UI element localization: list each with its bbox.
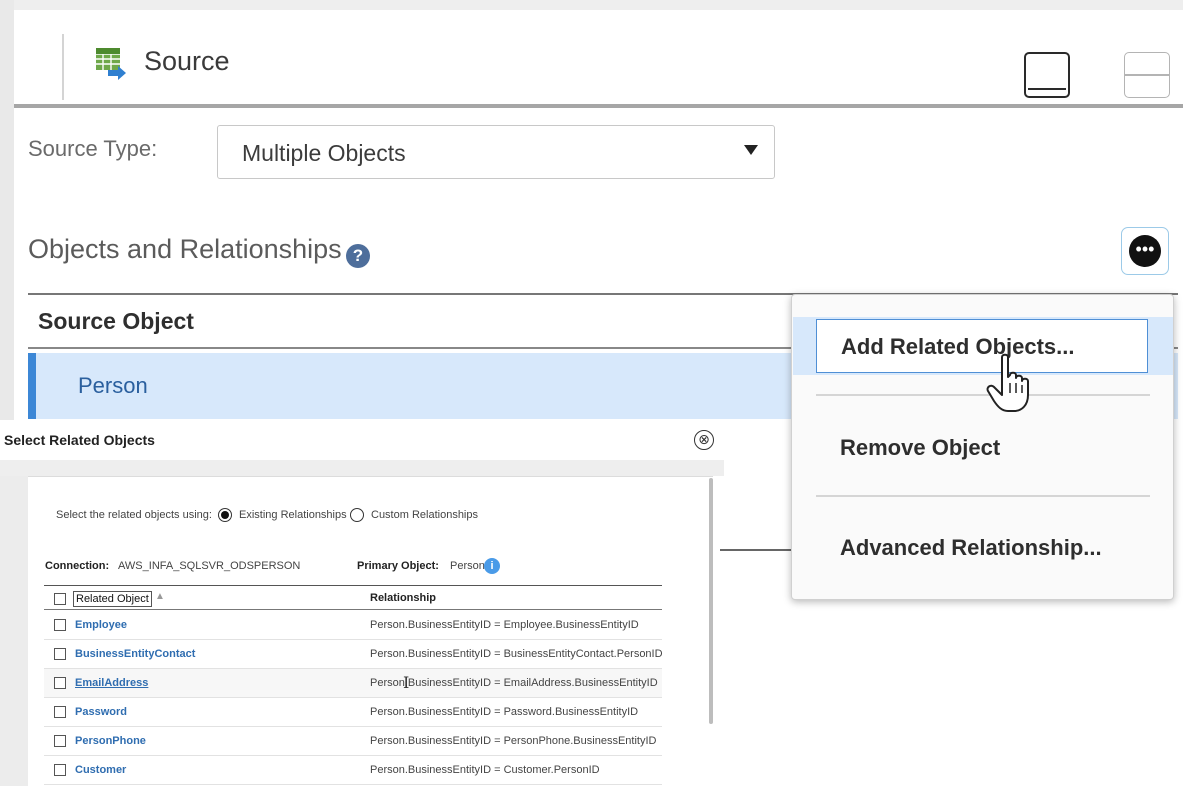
existing-relationships-radio[interactable] <box>218 508 232 522</box>
source-object-column-header: Source Object <box>38 308 194 334</box>
header-divider-line <box>14 104 1183 108</box>
menu-item-remove-object[interactable]: Remove Object <box>840 435 1000 461</box>
table-row[interactable]: Customer Person.BusinessEntityID = Custo… <box>44 756 662 785</box>
relationship-text: Person.BusinessEntityID = BusinessEntity… <box>370 648 663 660</box>
custom-relationships-label: Custom Relationships <box>371 509 478 521</box>
connection-value: AWS_INFA_SQLSVR_ODSPERSON <box>118 560 301 572</box>
table-row[interactable]: EmailAddress Person.BusinessEntityID = E… <box>44 669 662 698</box>
dialog-scrollbar[interactable] <box>709 478 713 724</box>
table-row[interactable]: Password Person.BusinessEntityID = Passw… <box>44 698 662 727</box>
object-context-menu: Add Related Objects... Remove Object Adv… <box>791 294 1174 600</box>
help-icon[interactable]: ? <box>346 244 370 268</box>
caret-down-icon <box>744 145 758 155</box>
source-object-name: Person <box>78 373 148 398</box>
dialog-left-gutter <box>0 476 28 786</box>
related-object-column-header[interactable]: Related Object <box>73 591 152 607</box>
ellipsis-icon: ••• <box>1129 235 1161 267</box>
row-checkbox[interactable] <box>54 735 66 747</box>
row-checkbox[interactable] <box>54 706 66 718</box>
objects-relationships-title: Objects and Relationships <box>28 234 342 264</box>
source-table-icon <box>96 48 126 80</box>
row-checkbox[interactable] <box>54 677 66 689</box>
table-row[interactable]: PersonPhone Person.BusinessEntityID = Pe… <box>44 727 662 756</box>
related-object-name[interactable]: Customer <box>75 764 126 776</box>
menu-item-label: Add Related Objects... <box>841 334 1075 359</box>
dialog-header-gap <box>0 460 724 476</box>
source-type-select[interactable]: Multiple Objects <box>217 125 775 179</box>
menu-separator <box>816 495 1150 497</box>
single-panel-view-icon <box>1028 88 1066 90</box>
split-panel-view-icon <box>1125 74 1169 76</box>
row-checkbox[interactable] <box>54 764 66 776</box>
related-object-name[interactable]: BusinessEntityContact <box>75 648 195 660</box>
dialog-title: Select Related Objects <box>4 432 155 448</box>
relationship-text: Person.BusinessEntityID = Employee.Busin… <box>370 619 639 631</box>
more-actions-button[interactable]: ••• <box>1121 227 1169 275</box>
header-divider <box>62 34 64 100</box>
info-icon[interactable]: i <box>484 558 500 574</box>
relationship-text: Person.BusinessEntityID = Customer.Perso… <box>370 764 600 776</box>
menu-item-add-related-objects[interactable]: Add Related Objects... <box>816 319 1148 373</box>
related-object-name[interactable]: EmailAddress <box>75 677 148 689</box>
selected-row-accent <box>28 353 36 419</box>
related-object-name[interactable]: Employee <box>75 619 127 631</box>
split-panel-view-button[interactable] <box>1124 52 1170 98</box>
panel-title: Source <box>144 46 230 76</box>
panel-header: Source <box>14 10 1183 106</box>
select-using-label: Select the related objects using: <box>56 509 212 521</box>
primary-object-label: Primary Object: <box>357 560 439 572</box>
sort-ascending-icon[interactable]: ▲ <box>155 591 165 602</box>
source-type-value: Multiple Objects <box>242 140 406 166</box>
table-row[interactable]: BusinessEntityContact Person.BusinessEnt… <box>44 640 663 669</box>
text-cursor-icon: I <box>403 673 410 692</box>
menu-item-advanced-relationship[interactable]: Advanced Relationship... <box>840 535 1102 561</box>
primary-object-value: Person <box>450 560 485 572</box>
table-row[interactable]: Employee Person.BusinessEntityID = Emplo… <box>44 611 662 640</box>
single-panel-view-button[interactable] <box>1024 52 1070 98</box>
close-icon[interactable]: ⊗ <box>694 430 714 450</box>
relationship-text: Person.BusinessEntityID = PersonPhone.Bu… <box>370 735 657 747</box>
existing-relationships-label: Existing Relationships <box>239 509 347 521</box>
hand-pointer-cursor-icon <box>986 353 1029 412</box>
source-panel: Source Source Type: Multiple Objects Obj… <box>0 0 1183 786</box>
row-checkbox[interactable] <box>54 648 66 660</box>
relationship-text: Person.BusinessEntityID = EmailAddress.B… <box>370 677 658 689</box>
grid-header-divider <box>44 609 662 610</box>
left-border <box>0 0 14 420</box>
custom-relationships-radio[interactable] <box>350 508 364 522</box>
relationship-text: Person.BusinessEntityID = Password.Busin… <box>370 706 639 718</box>
related-object-name[interactable]: Password <box>75 706 127 718</box>
table-divider-segment <box>720 549 792 551</box>
source-type-label: Source Type: <box>28 136 158 161</box>
relationship-column-header: Relationship <box>370 592 437 604</box>
connection-label: Connection: <box>45 560 110 572</box>
select-all-checkbox[interactable] <box>54 593 66 605</box>
related-object-name[interactable]: PersonPhone <box>75 735 146 747</box>
grid-top-border <box>44 585 662 586</box>
top-strip <box>0 0 1183 10</box>
menu-separator <box>816 394 1150 396</box>
row-checkbox[interactable] <box>54 619 66 631</box>
